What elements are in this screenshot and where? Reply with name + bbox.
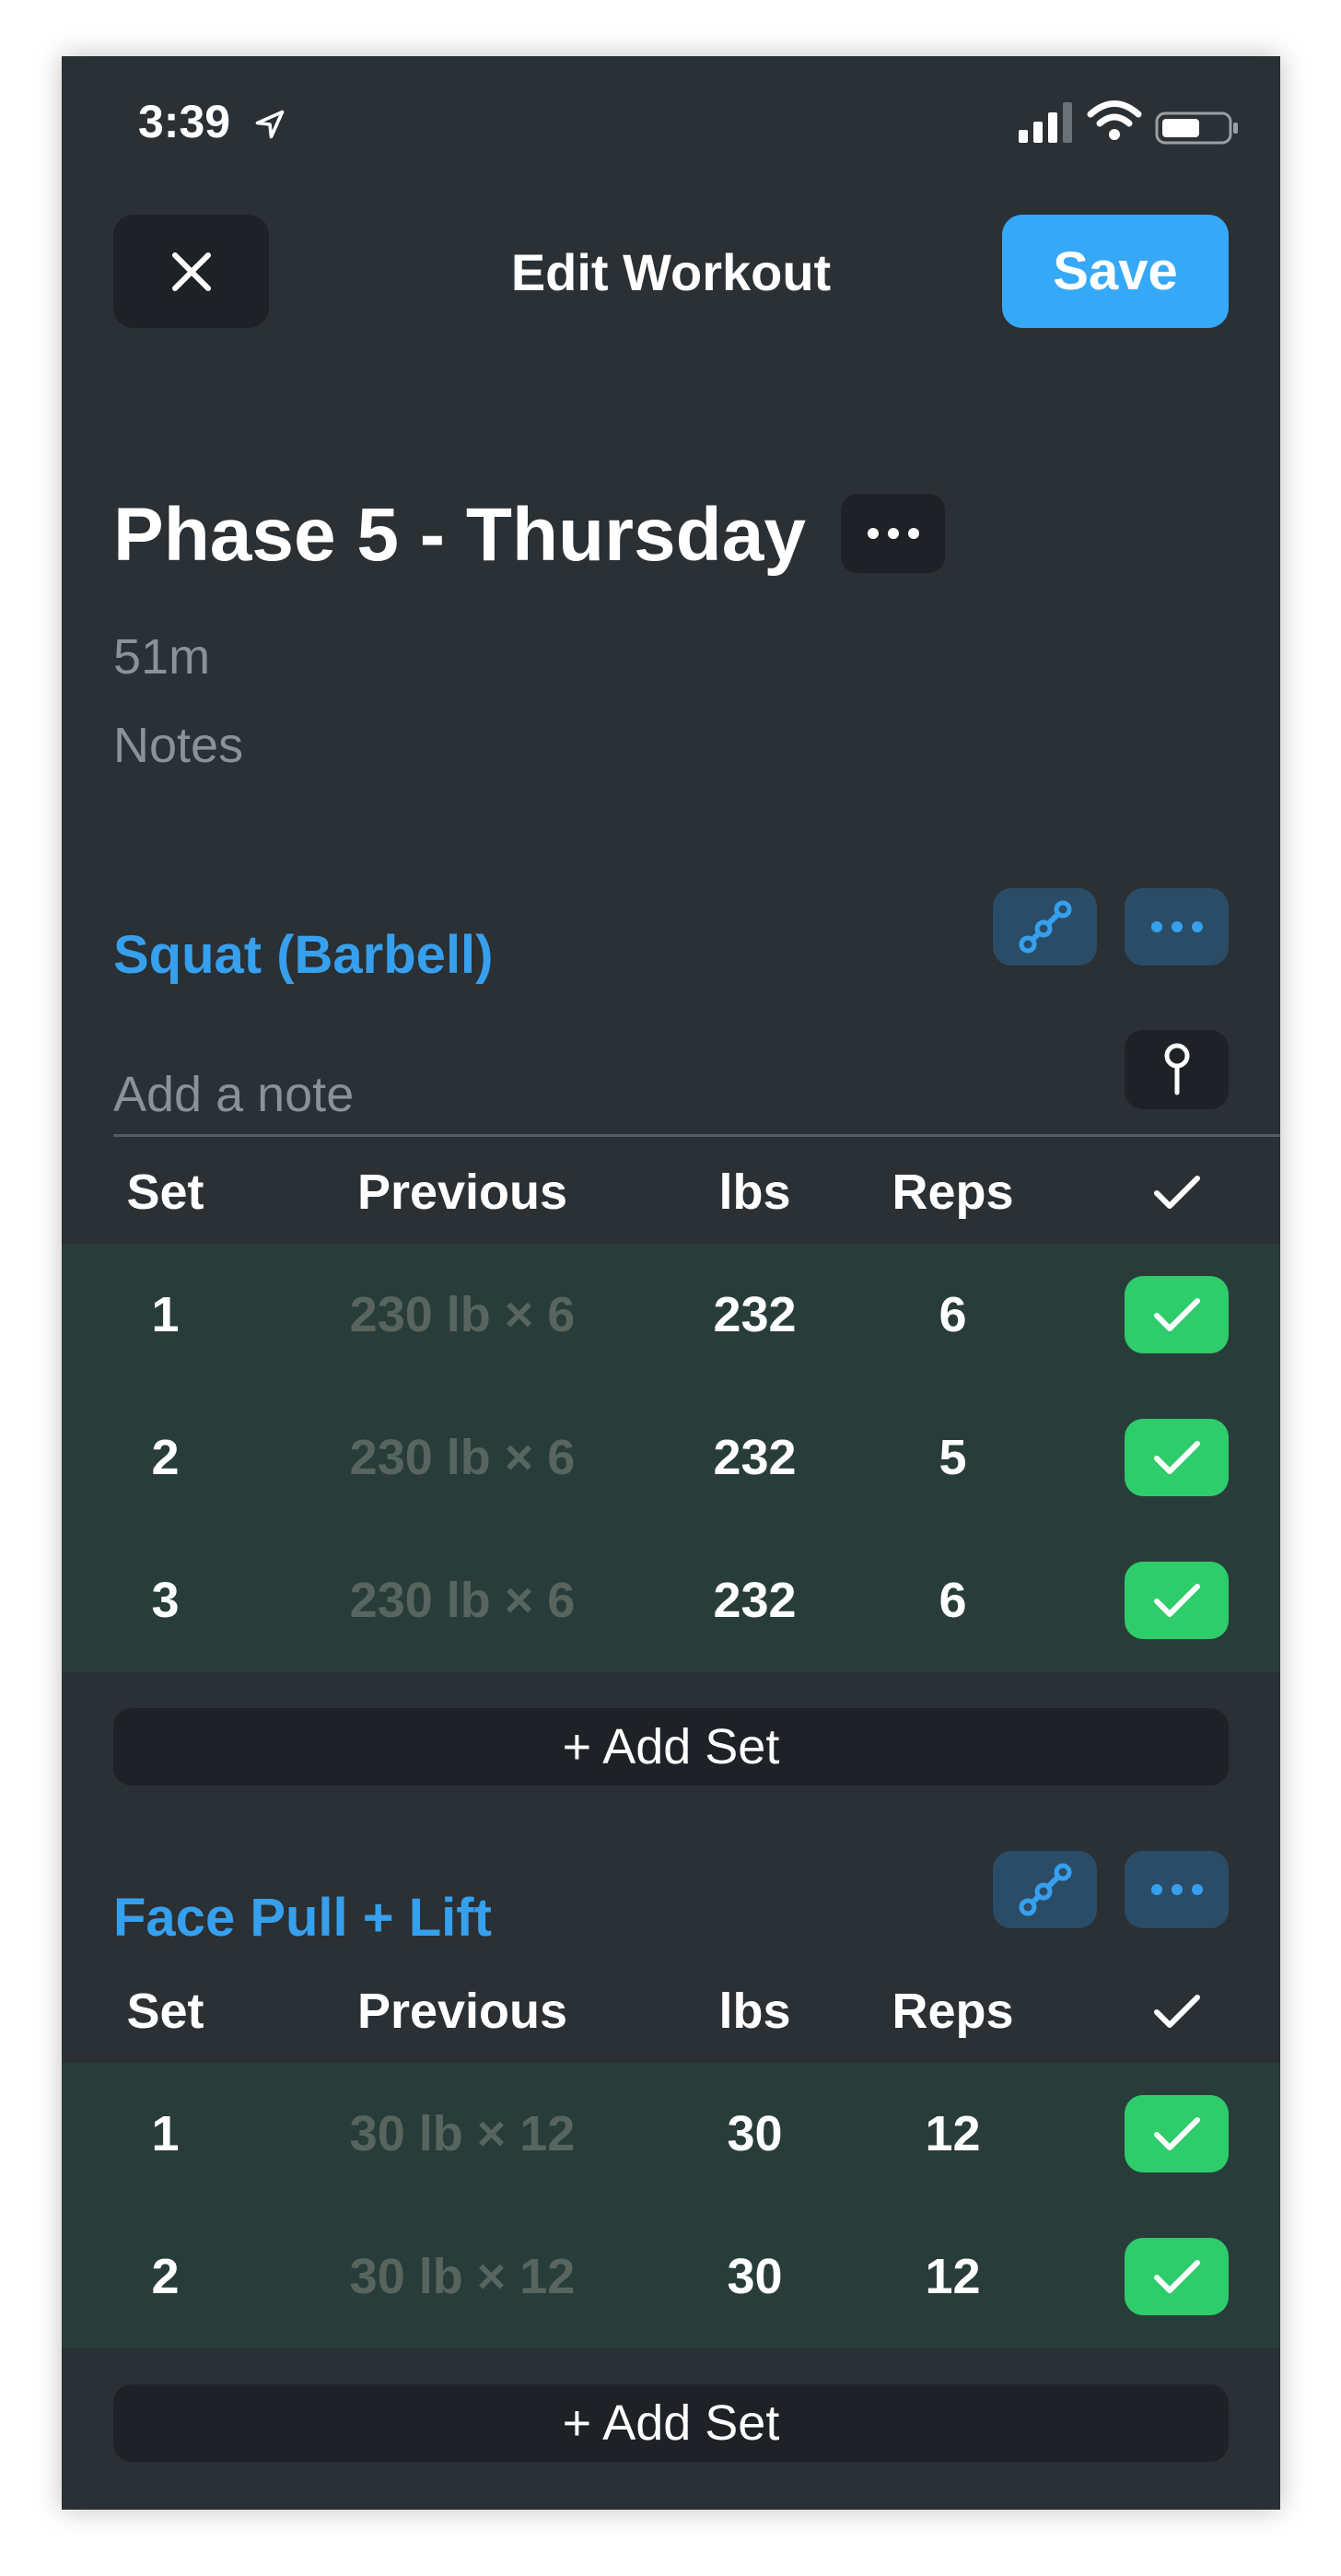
column-header-previous: Previous [356,1984,568,2039]
weight-input[interactable]: 232 [656,1387,854,1529]
previous-value[interactable]: 230 lb × 6 [269,1387,656,1529]
previous-value[interactable]: 30 lb × 12 [269,2206,656,2348]
column-header-reps: Reps [892,1165,1014,1220]
complete-set-button[interactable] [1125,1419,1229,1496]
reps-input[interactable]: 12 [854,2063,1052,2206]
reps-input[interactable]: 6 [854,1529,1052,1672]
weight-input[interactable]: 232 [656,1529,854,1672]
column-header-check [1125,1960,1229,2063]
workout-title[interactable]: Phase 5 - Thursday [113,491,806,580]
pin-icon [1164,1043,1189,1095]
status-time: 3:39 [138,96,231,147]
exercise-history-button[interactable] [993,888,1097,966]
exercise-name[interactable]: Squat (Barbell) [113,926,494,985]
table-row: 1 230 lb × 6 232 6 [62,1244,1280,1387]
workout-duration[interactable]: 51m [113,629,210,685]
reps-input[interactable]: 12 [854,2206,1052,2348]
ellipsis-icon [1150,921,1203,932]
column-header-set: Set [126,1984,204,2039]
column-header-check [1125,1141,1229,1244]
exercise-name[interactable]: Face Pull + Lift [113,1889,492,1948]
column-header-set: Set [126,1165,204,1220]
complete-set-button[interactable] [1125,1276,1229,1353]
exercise-note-input[interactable]: Add a note [113,1067,354,1122]
complete-set-button[interactable] [1125,1562,1229,1639]
previous-value[interactable]: 230 lb × 6 [269,1529,656,1672]
signal-icon [1019,102,1072,143]
pin-note-button[interactable] [1125,1030,1229,1109]
checkmark-icon [1153,1298,1200,1331]
sets-table: 1 230 lb × 6 232 6 2 230 lb × 6 232 5 3 … [62,1244,1280,1672]
set-number[interactable]: 3 [62,1529,269,1672]
save-button[interactable]: Save [1002,215,1229,328]
column-header-previous: Previous [356,1165,568,1220]
sets-table: 1 30 lb × 12 30 12 2 30 lb × 12 30 12 [62,2063,1280,2348]
table-header: Set Previous lbs Reps [62,1141,1280,1244]
set-number[interactable]: 1 [62,1244,269,1387]
phone-screen: 3:39 Edit Workout Save Phase 5 - Thursda… [62,56,1280,2510]
complete-set-button[interactable] [1125,2095,1229,2172]
workout-more-button[interactable] [841,494,945,573]
checkmark-icon [1153,2260,1200,2293]
checkmark-icon [1153,1441,1200,1474]
add-set-button[interactable]: + Add Set [113,2384,1229,2462]
column-header-reps: Reps [892,1984,1014,2039]
table-row: 2 230 lb × 6 232 5 [62,1387,1280,1529]
table-row: 3 230 lb × 6 232 6 [62,1529,1280,1672]
add-set-button[interactable]: + Add Set [113,1708,1229,1786]
ellipsis-icon [867,528,919,539]
divider [113,1134,1280,1137]
reps-input[interactable]: 5 [854,1387,1052,1529]
battery-icon [1155,111,1238,145]
previous-value[interactable]: 230 lb × 6 [269,1244,656,1387]
set-number[interactable]: 1 [62,2063,269,2206]
table-row: 2 30 lb × 12 30 12 [62,2206,1280,2348]
table-header: Set Previous lbs Reps [62,1960,1280,2063]
checkmark-icon [1153,1995,1200,2028]
weight-input[interactable]: 232 [656,1244,854,1387]
table-row: 1 30 lb × 12 30 12 [62,2063,1280,2206]
wifi-icon [1087,100,1142,140]
weight-input[interactable]: 30 [656,2206,854,2348]
previous-value[interactable]: 30 lb × 12 [269,2063,656,2206]
checkmark-icon [1153,1176,1200,1209]
column-header-lbs: lbs [718,1984,791,2039]
checkmark-icon [1153,2117,1200,2150]
complete-set-button[interactable] [1125,2238,1229,2315]
column-header-lbs: lbs [718,1165,791,1220]
set-number[interactable]: 2 [62,2206,269,2348]
weight-input[interactable]: 30 [656,2063,854,2206]
set-number[interactable]: 2 [62,1387,269,1529]
progress-chart-icon [1019,1863,1071,1916]
progress-chart-icon [1019,900,1071,954]
ellipsis-icon [1150,1884,1203,1895]
exercise-more-button[interactable] [1125,888,1229,966]
exercise-history-button[interactable] [993,1851,1097,1928]
workout-notes-input[interactable]: Notes [113,718,243,773]
checkmark-icon [1153,1584,1200,1617]
reps-input[interactable]: 6 [854,1244,1052,1387]
exercise-more-button[interactable] [1125,1851,1229,1928]
location-arrow-icon [255,110,285,139]
